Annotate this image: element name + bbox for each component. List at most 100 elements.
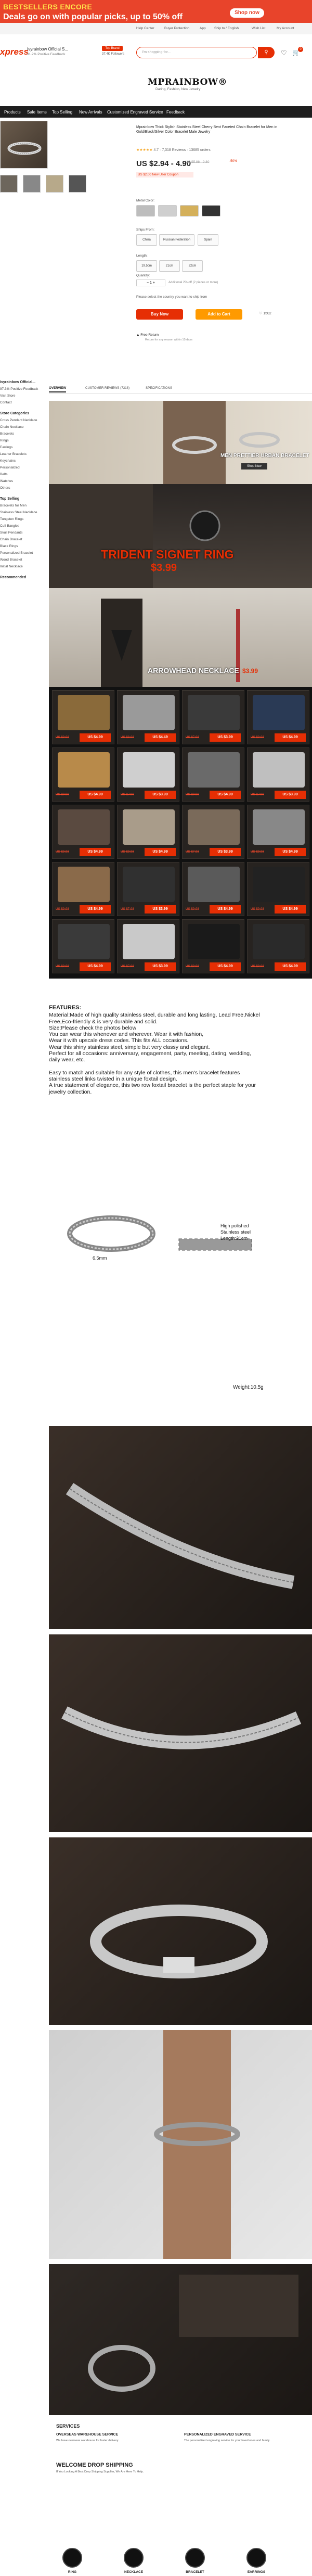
ring-banner[interactable]: TRIDENT SIGNET RING $3.99 xyxy=(49,484,312,588)
help-center-link[interactable]: Help Center xyxy=(136,27,154,30)
bracelet-banner[interactable]: MEN PRETTIER URBAN BRACELET Shop Now xyxy=(49,401,312,484)
banner-shop-now[interactable]: Shop Now xyxy=(241,463,267,469)
tab-overview[interactable]: OVERVIEW xyxy=(49,386,67,392)
store-name[interactable]: Ivyrainbow Official S... xyxy=(27,47,68,52)
product-card[interactable]: US $9.98 US $4.99 xyxy=(182,862,244,916)
sidebar-item[interactable]: Belts xyxy=(0,471,47,478)
nav-new-arrivals[interactable]: New Arrivals xyxy=(79,110,102,115)
product-card[interactable]: US $7.98 US $3.99 xyxy=(182,690,244,744)
search-button[interactable]: ⚲ xyxy=(258,47,275,58)
product-card[interactable]: US $9.98 US $4.99 xyxy=(52,919,114,973)
category-earrings-icon[interactable] xyxy=(246,2548,266,2568)
product-card[interactable]: US $9.98 US $4.99 xyxy=(247,805,309,859)
length-option-1[interactable]: 19.5cm xyxy=(136,260,157,272)
category-earrings-label[interactable]: EARRINGS xyxy=(241,2570,272,2574)
sidebar-item[interactable]: Bracelets xyxy=(0,430,47,437)
shop-now-button[interactable]: Shop now xyxy=(230,8,264,18)
nav-customized[interactable]: Customized Engraved Service xyxy=(107,110,163,115)
sidebar-item[interactable]: Cuff Bangles xyxy=(0,523,47,529)
product-card[interactable]: US $7.98 US $3.99 xyxy=(247,747,309,802)
sidebar-item[interactable]: Earrings xyxy=(0,444,47,451)
nav-sale-items[interactable]: Sale Items xyxy=(27,110,47,115)
sidebar-item[interactable]: Chain Necklace xyxy=(0,424,47,430)
product-card[interactable]: US $9.98 US $4.99 xyxy=(52,805,114,859)
wishlist-link[interactable]: Wish List xyxy=(252,27,265,30)
color-option-1[interactable] xyxy=(136,205,155,217)
thumbnail-4[interactable] xyxy=(69,175,86,193)
color-option-3[interactable] xyxy=(180,205,199,217)
category-bracelet-label[interactable]: BRACELET xyxy=(179,2570,211,2574)
sidebar-item[interactable]: Chain Bracelet xyxy=(0,536,47,543)
product-card[interactable]: US $7.98 US $3.99 xyxy=(182,805,244,859)
thumbnail-3[interactable] xyxy=(46,175,63,193)
product-card[interactable]: US $9.98 US $4.99 xyxy=(182,747,244,802)
sidebar-item[interactable]: Keychains xyxy=(0,458,47,464)
tab-reviews[interactable]: CUSTOMER REVIEWS (7318) xyxy=(85,386,129,390)
length-option-3[interactable]: 22cm xyxy=(182,260,203,272)
sidebar-item[interactable]: Cross Pendant Necklace xyxy=(0,417,47,424)
sidebar-item[interactable]: Initial Necklace xyxy=(0,563,47,570)
promo-banner[interactable]: BESTSELLERS ENCORE Deals go on with popu… xyxy=(0,0,312,23)
buyer-protection-link[interactable]: Buyer Protection xyxy=(164,27,189,30)
sidebar-item[interactable]: Wood Bracelet xyxy=(0,556,47,563)
sidebar-item[interactable]: Contact xyxy=(0,399,47,406)
product-card[interactable]: US $7.98 US $3.99 xyxy=(117,862,179,916)
wishlist-button[interactable]: ♡ 1502 xyxy=(259,311,271,315)
sidebar-item[interactable]: Rings xyxy=(0,437,47,444)
product-card[interactable]: US $7.98 US $3.99 xyxy=(117,747,179,802)
add-to-cart-button[interactable]: Add to Cart xyxy=(196,309,242,320)
product-card[interactable]: US $9.98 US $4.99 xyxy=(247,919,309,973)
sidebar-item[interactable]: Others xyxy=(0,485,47,491)
product-card[interactable]: US $8.98 US $4.49 xyxy=(117,690,179,744)
store-nav: Products Sale Items Top Selling New Arri… xyxy=(0,106,312,118)
sidebar-item[interactable]: Visit Store xyxy=(0,392,47,399)
product-card[interactable]: US $9.98 US $4.99 xyxy=(117,805,179,859)
ship-to-selector[interactable]: Ship to / English xyxy=(214,27,239,30)
site-logo[interactable]: xpress xyxy=(0,47,29,57)
buy-now-button[interactable]: Buy Now xyxy=(136,309,183,320)
sidebar-item[interactable]: Bracelets for Men xyxy=(0,502,47,509)
thumbnail-2[interactable] xyxy=(23,175,41,193)
sidebar-item[interactable]: Tungsten Rings xyxy=(0,516,47,523)
thumbnail-1[interactable] xyxy=(0,175,18,193)
category-necklace-icon[interactable] xyxy=(124,2548,144,2568)
product-card[interactable]: US $9.98 US $4.99 xyxy=(247,690,309,744)
length-option-2[interactable]: 21cm xyxy=(159,260,180,272)
new-user-coupon[interactable]: US $2.00 New User Coupon xyxy=(136,172,193,177)
reviews-link[interactable]: 7,318 Reviews xyxy=(162,148,186,152)
product-card[interactable]: US $9.98 US $4.99 xyxy=(52,690,114,744)
nav-products[interactable]: Products xyxy=(4,110,21,115)
my-account-link[interactable]: My Account xyxy=(277,27,294,30)
necklace-banner[interactable]: ARROWHEAD NECKLACE $3.99 xyxy=(49,588,312,687)
product-card[interactable]: US $9.98 US $4.99 xyxy=(52,747,114,802)
product-card[interactable]: US $9.98 US $4.99 xyxy=(52,862,114,916)
ship-option-china[interactable]: China xyxy=(136,234,157,246)
color-option-4[interactable] xyxy=(202,205,220,217)
nav-top-selling[interactable]: Top Selling xyxy=(52,110,72,115)
sidebar-item[interactable]: Leather Bracelets xyxy=(0,451,47,458)
category-bracelet-icon[interactable] xyxy=(185,2548,205,2568)
tab-specifications[interactable]: SPECIFICATIONS xyxy=(146,386,172,390)
search-input[interactable]: I'm shopping for... xyxy=(136,47,257,58)
category-necklace-label[interactable]: NECKLACE xyxy=(118,2570,149,2574)
product-card[interactable]: US $9.98 US $4.99 xyxy=(182,919,244,973)
sidebar-item[interactable]: 97.3% Positive Feedback xyxy=(0,386,47,392)
sidebar-item[interactable]: Skull Pendants xyxy=(0,529,47,536)
color-option-2[interactable] xyxy=(158,205,177,217)
sidebar-item[interactable]: Black Rings xyxy=(0,543,47,550)
quantity-stepper[interactable]: − 1 + xyxy=(136,280,165,286)
main-product-image[interactable] xyxy=(0,121,48,169)
category-ring-icon[interactable] xyxy=(62,2548,82,2568)
ship-option-russia[interactable]: Russian Federation xyxy=(159,234,194,246)
product-card[interactable]: US $9.98 US $4.99 xyxy=(247,862,309,916)
app-link[interactable]: App xyxy=(200,27,206,30)
ship-option-spain[interactable]: Spain xyxy=(198,234,218,246)
wishlist-heart-icon[interactable]: ♡ xyxy=(281,49,287,57)
sidebar-item[interactable]: Watches xyxy=(0,478,47,485)
product-card[interactable]: US $7.98 US $3.99 xyxy=(117,919,179,973)
category-ring-label[interactable]: RING xyxy=(57,2570,88,2574)
sidebar-item[interactable]: Personalized Bracelet xyxy=(0,550,47,556)
sidebar-item[interactable]: Stainless Steel Necklace xyxy=(0,509,47,516)
sidebar-item[interactable]: Personalized xyxy=(0,464,47,471)
nav-feedback[interactable]: Feedback xyxy=(166,110,185,115)
